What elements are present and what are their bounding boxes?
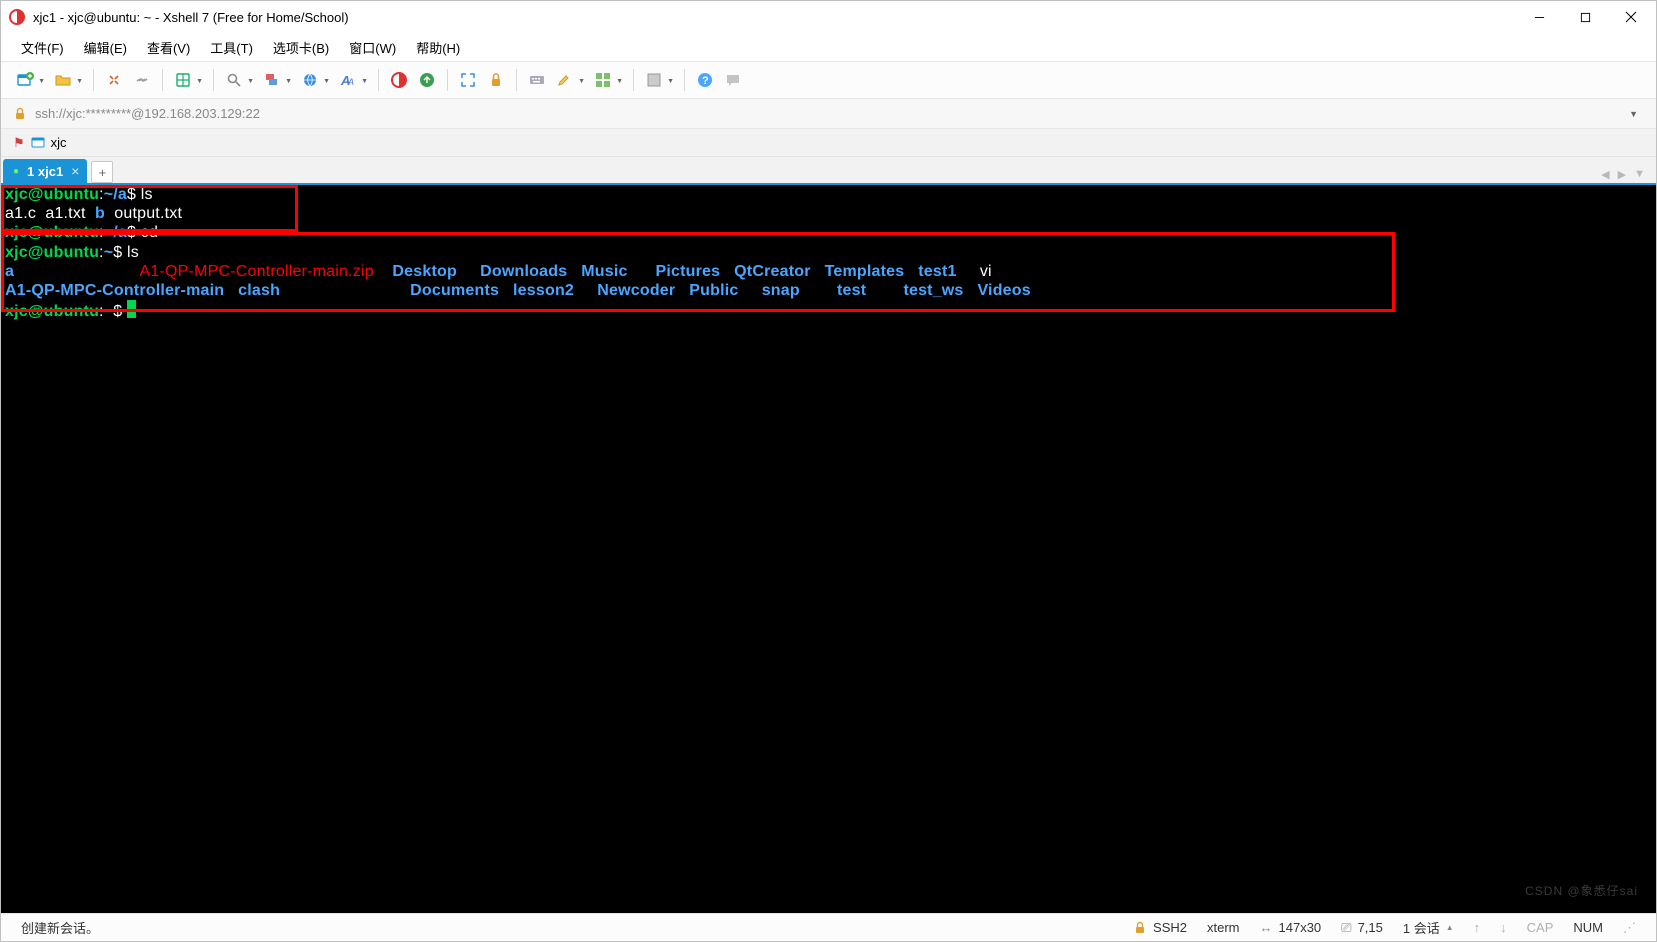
app-icon [9, 9, 25, 25]
status-up-arrow: ↑ [1464, 914, 1491, 941]
layout-button[interactable]: ▼ [591, 68, 615, 92]
toolbar: ▼ ▼ ▼ ▼ ▼ ▼ AA▼ ▼ ▼ ▼ ? [1, 61, 1656, 99]
toolbar-separator [93, 69, 94, 91]
font-button[interactable]: AA▼ [336, 68, 360, 92]
menu-bar: 文件(F) 编辑(E) 查看(V) 工具(T) 选项卡(B) 窗口(W) 帮助(… [1, 33, 1656, 61]
tab-status-dot: ● [13, 166, 19, 177]
address-bar[interactable]: ssh://xjc:*********@192.168.203.129:22 ▼ [1, 99, 1656, 129]
toolbar-separator [162, 69, 163, 91]
help-button[interactable]: ? [693, 68, 717, 92]
xftp-button[interactable] [415, 68, 439, 92]
tab-scroll-right[interactable]: ▶ [1615, 166, 1629, 183]
status-sessions: 1 会话▲ [1393, 914, 1464, 941]
keyboard-button[interactable] [525, 68, 549, 92]
menu-edit[interactable]: 编辑(E) [76, 34, 135, 61]
toolbar-separator [516, 69, 517, 91]
menu-help[interactable]: 帮助(H) [408, 34, 468, 61]
lock-icon [13, 107, 27, 121]
status-ssh: SSH2 [1123, 914, 1197, 941]
watermark: CSDN @象悉仔sai [1525, 882, 1638, 899]
menu-tools[interactable]: 工具(T) [202, 34, 261, 61]
menu-view[interactable]: 查看(V) [139, 34, 198, 61]
status-left: 创建新会话。 [11, 914, 109, 941]
globe-button[interactable]: ▼ [298, 68, 322, 92]
find-button[interactable]: ▼ [222, 68, 246, 92]
session-icon [31, 136, 45, 150]
title-bar: xjc1 - xjc@ubuntu: ~ - Xshell 7 (Free fo… [1, 1, 1656, 33]
status-pos: ⎚7,15 [1331, 914, 1393, 941]
reconnect-button[interactable] [130, 68, 154, 92]
status-size: ↔147x30 [1250, 914, 1332, 941]
highlight-button[interactable]: ▼ [553, 68, 577, 92]
properties-button[interactable]: ▼ [171, 68, 195, 92]
session-name[interactable]: xjc [51, 135, 67, 150]
app-window: xjc1 - xjc@ubuntu: ~ - Xshell 7 (Free fo… [0, 0, 1657, 942]
lock-icon [1133, 921, 1147, 935]
terminal-output: xjc@ubuntu:~/a$ lsa1.c a1.txt b output.t… [1, 185, 1656, 321]
status-bar: 创建新会话。 SSH2 xterm ↔147x30 ⎚7,15 1 会话▲ ↑ … [1, 913, 1656, 941]
menu-window[interactable]: 窗口(W) [341, 34, 404, 61]
fullscreen-button[interactable] [456, 68, 480, 92]
tab-scroll-arrows: ◀ ▶ ▼ [1598, 166, 1654, 183]
minimize-button[interactable] [1516, 1, 1562, 33]
maximize-button[interactable] [1562, 1, 1608, 33]
disconnect-button[interactable] [102, 68, 126, 92]
xshell-button[interactable] [387, 68, 411, 92]
svg-text:?: ? [702, 75, 709, 87]
status-caps: CAP [1517, 914, 1564, 941]
status-resize-grip[interactable]: ⋰ [1613, 914, 1646, 941]
pin-icon[interactable]: ⚑ [13, 135, 25, 151]
address-url: ssh://xjc:*********@192.168.203.129:22 [35, 106, 260, 121]
toolbar-separator [684, 69, 685, 91]
address-dropdown[interactable]: ▼ [1623, 105, 1644, 123]
menu-tabs[interactable]: 选项卡(B) [265, 34, 337, 61]
chat-button[interactable] [721, 68, 745, 92]
menu-file[interactable]: 文件(F) [13, 34, 72, 61]
new-tab-button[interactable]: + [91, 161, 113, 183]
tab-strip: ● 1 xjc1 × + ◀ ▶ ▼ [1, 157, 1656, 183]
toolbar-separator [447, 69, 448, 91]
toolbar-separator [378, 69, 379, 91]
copy-button[interactable]: ▼ [260, 68, 284, 92]
tab-list-dropdown[interactable]: ▼ [1631, 166, 1648, 183]
lock-button[interactable] [484, 68, 508, 92]
new-session-button[interactable]: ▼ [13, 68, 37, 92]
session-browser-row: ⚑ xjc [1, 129, 1656, 157]
script-button[interactable]: ▼ [642, 68, 666, 92]
status-term-type: xterm [1197, 914, 1250, 941]
terminal-pane[interactable]: xjc@ubuntu:~/a$ lsa1.c a1.txt b output.t… [1, 183, 1656, 913]
window-title: xjc1 - xjc@ubuntu: ~ - Xshell 7 (Free fo… [33, 10, 1516, 25]
tab-label: 1 xjc1 [27, 164, 63, 179]
svg-text:A: A [347, 77, 354, 87]
toolbar-separator [213, 69, 214, 91]
tab-active[interactable]: ● 1 xjc1 × [3, 159, 87, 183]
open-session-button[interactable]: ▼ [51, 68, 75, 92]
toolbar-separator [633, 69, 634, 91]
window-controls [1516, 1, 1654, 33]
close-button[interactable] [1608, 1, 1654, 33]
tab-scroll-left[interactable]: ◀ [1598, 166, 1612, 183]
status-down-arrow: ↓ [1490, 914, 1517, 941]
status-num: NUM [1563, 914, 1613, 941]
tab-close-button[interactable]: × [71, 163, 79, 179]
